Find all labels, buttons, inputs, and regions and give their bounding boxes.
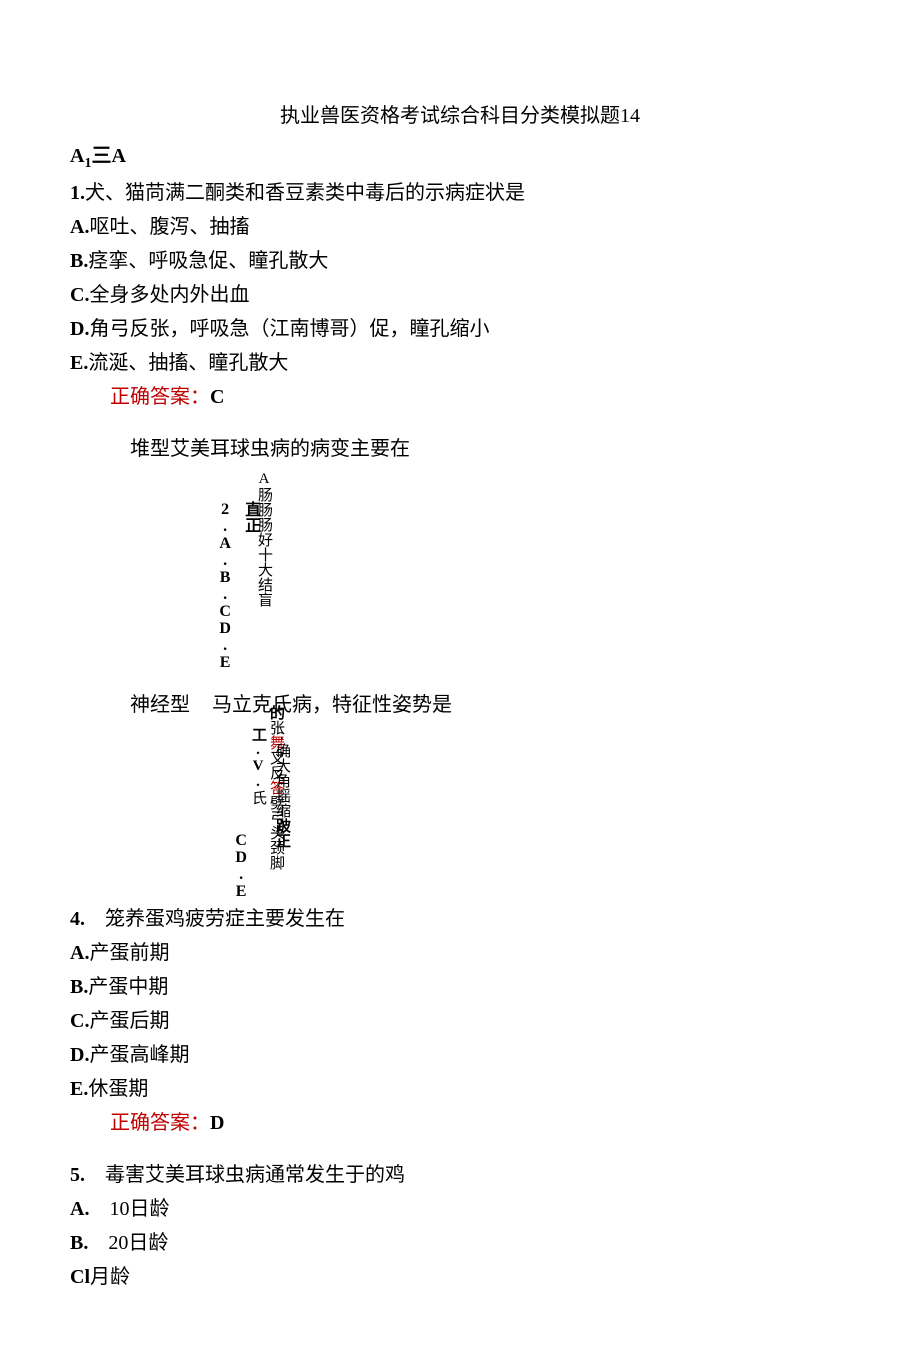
q2-vertical: A肠肠肠好十大结盲 直正2.A.B.CD.E xyxy=(200,471,850,671)
option-letter: C. xyxy=(70,1010,89,1032)
option-letter: B. xyxy=(70,976,88,998)
q5-option-b: B. 20日龄 xyxy=(70,1227,850,1259)
q1-number: 1. xyxy=(70,182,85,204)
q2-block: 堆型艾美耳球虫病的病变主要在 A肠肠肠好十大结盲 直正2.A.B.CD.E xyxy=(70,433,850,671)
option-text: 流涎、抽搐、瞳孔散大 xyxy=(88,352,288,374)
option-text: 痉挛、呼吸急促、瞳孔散大 xyxy=(88,250,328,272)
option-letter: Cl xyxy=(70,1266,90,1288)
option-letter: A. xyxy=(70,1198,109,1220)
answer-letter: C xyxy=(210,386,224,408)
option-letter: E. xyxy=(70,1078,88,1100)
v-part: :确大角摇缩 xyxy=(274,727,290,818)
option-text: 全身多处内外出血 xyxy=(89,284,249,306)
q4-answer: 正确答案：D xyxy=(110,1107,850,1139)
q5-option-c: Cl月龄 xyxy=(70,1261,850,1293)
option-text: 10日龄 xyxy=(109,1198,169,1220)
q1-option-c: C.全身多处内外出血 xyxy=(70,279,850,311)
q4-number: 4. xyxy=(70,908,85,930)
option-letter: B. xyxy=(70,250,88,272)
q5-stem: 5. 毒害艾美耳球虫病通常发生于的鸡 xyxy=(70,1159,850,1191)
q3-stem-right: 马立克氏病，特征性姿势是 xyxy=(212,694,452,716)
option-text: 产蛋后期 xyxy=(89,1010,169,1032)
option-text: 月龄 xyxy=(90,1266,130,1288)
option-text: 产蛋中期 xyxy=(88,976,168,998)
section-prefix: A xyxy=(70,145,84,167)
q3-vertical: 的张舞叉反答劈弓头颈脚 :确大角摇缩跛正工.V.氏 CD.E. xyxy=(200,727,850,897)
q3-vcol3: CD.E. xyxy=(228,832,254,917)
option-text: 休蛋期 xyxy=(88,1078,148,1100)
q2-stem: 堆型艾美耳球虫病的病变主要在 xyxy=(130,433,850,465)
option-text: 20日龄 xyxy=(108,1232,168,1254)
option-letter: E. xyxy=(70,352,88,374)
q1-option-d: D.角弓反张，呼吸急（江南博哥）促，瞳孔缩小 xyxy=(70,313,850,345)
q4-option-c: C.产蛋后期 xyxy=(70,1005,850,1037)
answer-label: 正确答案： xyxy=(110,386,210,408)
q1-text: 犬、猫苘满二酮类和香豆素类中毒后的示病症状是 xyxy=(85,182,525,204)
section-label: A1三A xyxy=(70,140,850,175)
q1-option-a: A.呕吐、腹泻、抽搐 xyxy=(70,211,850,243)
answer-label: 正确答案： xyxy=(110,1112,210,1134)
q5-text: 毒害艾美耳球虫病通常发生于的鸡 xyxy=(105,1164,405,1186)
exam-title: 执业兽医资格考试综合科目分类模拟题14 xyxy=(70,100,850,132)
q3-stem-left: 神经型 xyxy=(130,694,190,716)
q1-answer: 正确答案：C xyxy=(110,381,850,413)
option-text: 角弓反张，呼吸急（江南博哥）促，瞳孔缩小 xyxy=(89,318,489,340)
q4-text: 笼养蛋鸡疲劳症主要发生在 xyxy=(105,908,345,930)
q4-option-e: E.休蛋期 xyxy=(70,1073,850,1105)
option-letter: D. xyxy=(70,1044,89,1066)
v-part: 氏 xyxy=(250,790,266,805)
q1-stem: 1.犬、猫苘满二酮类和香豆素类中毒后的示病症状是 xyxy=(70,177,850,209)
option-text: 呕吐、腹泻、抽搐 xyxy=(89,216,249,238)
option-letter: C. xyxy=(70,284,89,306)
q5-number: 5. xyxy=(70,1164,85,1186)
option-letter: B. xyxy=(70,1232,108,1254)
q5-option-a: A. 10日龄 xyxy=(70,1193,850,1225)
section-suffix: 三A xyxy=(91,145,125,167)
option-text: 产蛋高峰期 xyxy=(89,1044,189,1066)
q4-stem: 4. 笼养蛋鸡疲劳症主要发生在 xyxy=(70,903,850,935)
v-part: 的 xyxy=(268,705,284,720)
option-letter: A. xyxy=(70,942,89,964)
q1-option-e: E.流涎、抽搐、瞳孔散大 xyxy=(70,347,850,379)
answer-letter: D xyxy=(210,1112,224,1134)
option-letter: A. xyxy=(70,216,89,238)
q3-block: 神经型马立克氏病，特征性姿势是 的张舞叉反答劈弓头颈脚 :确大角摇缩跛正工.V.… xyxy=(70,689,850,897)
option-letter: D. xyxy=(70,318,89,340)
q4-option-b: B.产蛋中期 xyxy=(70,971,850,1003)
q4-option-d: D.产蛋高峰期 xyxy=(70,1039,850,1071)
q2-vcol2: 直正2.A.B.CD.E xyxy=(212,501,263,671)
q4-option-a: A.产蛋前期 xyxy=(70,937,850,969)
q3-stem: 神经型马立克氏病，特征性姿势是 xyxy=(130,689,850,721)
q1-option-b: B.痉挛、呼吸急促、瞳孔散大 xyxy=(70,245,850,277)
option-text: 产蛋前期 xyxy=(89,942,169,964)
